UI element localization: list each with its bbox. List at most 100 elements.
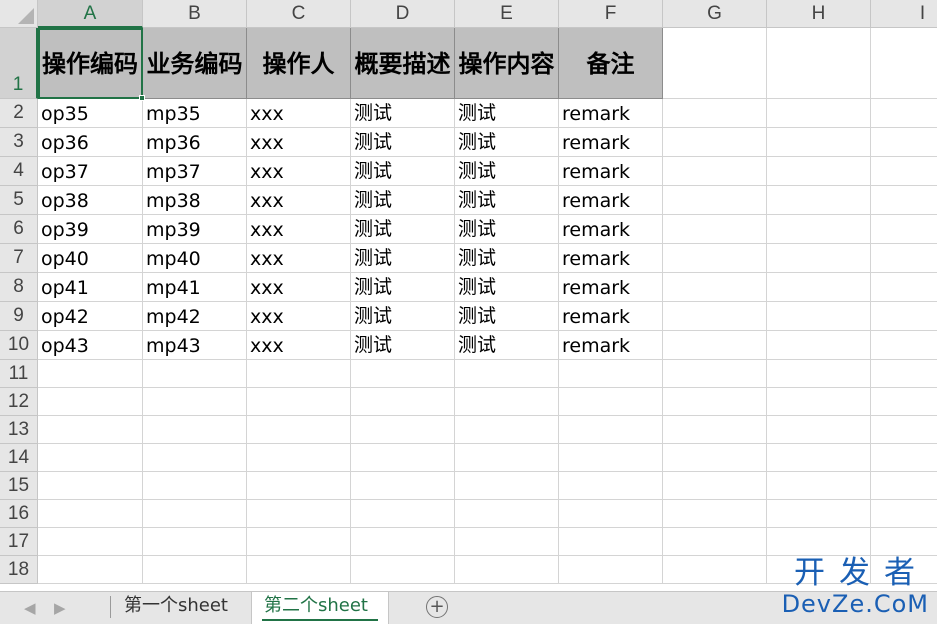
cell-i6[interactable] bbox=[871, 215, 937, 244]
row-header-18[interactable]: 18 bbox=[0, 556, 38, 584]
cell-d13[interactable] bbox=[351, 416, 455, 444]
cell-f12[interactable] bbox=[559, 388, 663, 416]
row-header-16[interactable]: 16 bbox=[0, 500, 38, 528]
cell-f3[interactable]: remark bbox=[559, 128, 663, 157]
cell-h16[interactable] bbox=[767, 500, 871, 528]
cell-e13[interactable] bbox=[455, 416, 559, 444]
cell-i14[interactable] bbox=[871, 444, 937, 472]
cell-g1[interactable] bbox=[663, 28, 767, 99]
cell-b10[interactable]: mp43 bbox=[143, 331, 247, 360]
cell-g17[interactable] bbox=[663, 528, 767, 556]
cell-a14[interactable] bbox=[38, 444, 143, 472]
cell-e15[interactable] bbox=[455, 472, 559, 500]
cell-g6[interactable] bbox=[663, 215, 767, 244]
col-header-g[interactable]: G bbox=[663, 0, 767, 28]
cell-e5[interactable]: 测试 bbox=[455, 186, 559, 215]
cell-b3[interactable]: mp36 bbox=[143, 128, 247, 157]
cell-g7[interactable] bbox=[663, 244, 767, 273]
cell-a10[interactable]: op43 bbox=[38, 331, 143, 360]
select-all-corner[interactable] bbox=[0, 0, 38, 28]
row-header-15[interactable]: 15 bbox=[0, 472, 38, 500]
cell-b6[interactable]: mp39 bbox=[143, 215, 247, 244]
cell-g14[interactable] bbox=[663, 444, 767, 472]
cell-e12[interactable] bbox=[455, 388, 559, 416]
cell-h11[interactable] bbox=[767, 360, 871, 388]
cell-c15[interactable] bbox=[247, 472, 351, 500]
cell-e10[interactable]: 测试 bbox=[455, 331, 559, 360]
cell-i3[interactable] bbox=[871, 128, 937, 157]
row-header-12[interactable]: 12 bbox=[0, 388, 38, 416]
cell-g11[interactable] bbox=[663, 360, 767, 388]
cell-a3[interactable]: op36 bbox=[38, 128, 143, 157]
cell-d18[interactable] bbox=[351, 556, 455, 584]
plus-circle-icon[interactable]: + bbox=[426, 596, 448, 618]
cell-b2[interactable]: mp35 bbox=[143, 99, 247, 128]
cell-a5[interactable]: op38 bbox=[38, 186, 143, 215]
cell-i13[interactable] bbox=[871, 416, 937, 444]
cell-a7[interactable]: op40 bbox=[38, 244, 143, 273]
cell-h15[interactable] bbox=[767, 472, 871, 500]
cell-d10[interactable]: 测试 bbox=[351, 331, 455, 360]
col-header-a[interactable]: A bbox=[38, 0, 143, 28]
row-header-6[interactable]: 6 bbox=[0, 215, 38, 244]
sheet-tab-1[interactable]: 第一个sheet bbox=[112, 592, 250, 624]
row-header-2[interactable]: 2 bbox=[0, 99, 38, 128]
cell-h5[interactable] bbox=[767, 186, 871, 215]
cell-a4[interactable]: op37 bbox=[38, 157, 143, 186]
cell-a17[interactable] bbox=[38, 528, 143, 556]
cell-g2[interactable] bbox=[663, 99, 767, 128]
cell-i4[interactable] bbox=[871, 157, 937, 186]
cell-c1[interactable]: 操作人 bbox=[247, 28, 351, 99]
cell-a16[interactable] bbox=[38, 500, 143, 528]
cell-d2[interactable]: 测试 bbox=[351, 99, 455, 128]
cell-g12[interactable] bbox=[663, 388, 767, 416]
cell-h18[interactable] bbox=[767, 556, 871, 584]
sheet-tab-2[interactable]: 第二个sheet bbox=[251, 592, 389, 624]
cell-f7[interactable]: remark bbox=[559, 244, 663, 273]
cell-e16[interactable] bbox=[455, 500, 559, 528]
cell-e18[interactable] bbox=[455, 556, 559, 584]
cell-a15[interactable] bbox=[38, 472, 143, 500]
cell-h10[interactable] bbox=[767, 331, 871, 360]
col-header-e[interactable]: E bbox=[455, 0, 559, 28]
cell-b14[interactable] bbox=[143, 444, 247, 472]
cell-b9[interactable]: mp42 bbox=[143, 302, 247, 331]
cell-a6[interactable]: op39 bbox=[38, 215, 143, 244]
chevron-right-icon[interactable]: ▶ bbox=[54, 599, 66, 617]
cell-a18[interactable] bbox=[38, 556, 143, 584]
cell-h4[interactable] bbox=[767, 157, 871, 186]
cell-f10[interactable]: remark bbox=[559, 331, 663, 360]
cell-f14[interactable] bbox=[559, 444, 663, 472]
cell-g4[interactable] bbox=[663, 157, 767, 186]
cell-d4[interactable]: 测试 bbox=[351, 157, 455, 186]
cell-i9[interactable] bbox=[871, 302, 937, 331]
cell-d1[interactable]: 概要描述 bbox=[351, 28, 455, 99]
cell-e4[interactable]: 测试 bbox=[455, 157, 559, 186]
cell-c14[interactable] bbox=[247, 444, 351, 472]
chevron-left-icon[interactable]: ◀ bbox=[24, 599, 36, 617]
col-header-i[interactable]: I bbox=[871, 0, 937, 28]
cell-b18[interactable] bbox=[143, 556, 247, 584]
col-header-d[interactable]: D bbox=[351, 0, 455, 28]
cell-d17[interactable] bbox=[351, 528, 455, 556]
cell-f4[interactable]: remark bbox=[559, 157, 663, 186]
cell-f9[interactable]: remark bbox=[559, 302, 663, 331]
cell-b8[interactable]: mp41 bbox=[143, 273, 247, 302]
cell-i8[interactable] bbox=[871, 273, 937, 302]
cell-b12[interactable] bbox=[143, 388, 247, 416]
cell-e9[interactable]: 测试 bbox=[455, 302, 559, 331]
cell-h6[interactable] bbox=[767, 215, 871, 244]
cell-c12[interactable] bbox=[247, 388, 351, 416]
cell-a12[interactable] bbox=[38, 388, 143, 416]
cell-f5[interactable]: remark bbox=[559, 186, 663, 215]
cell-d5[interactable]: 测试 bbox=[351, 186, 455, 215]
cell-g3[interactable] bbox=[663, 128, 767, 157]
row-header-5[interactable]: 5 bbox=[0, 186, 38, 215]
cell-b7[interactable]: mp40 bbox=[143, 244, 247, 273]
cell-c13[interactable] bbox=[247, 416, 351, 444]
cell-d16[interactable] bbox=[351, 500, 455, 528]
cell-d7[interactable]: 测试 bbox=[351, 244, 455, 273]
cell-b15[interactable] bbox=[143, 472, 247, 500]
cell-c6[interactable]: xxx bbox=[247, 215, 351, 244]
cell-c5[interactable]: xxx bbox=[247, 186, 351, 215]
